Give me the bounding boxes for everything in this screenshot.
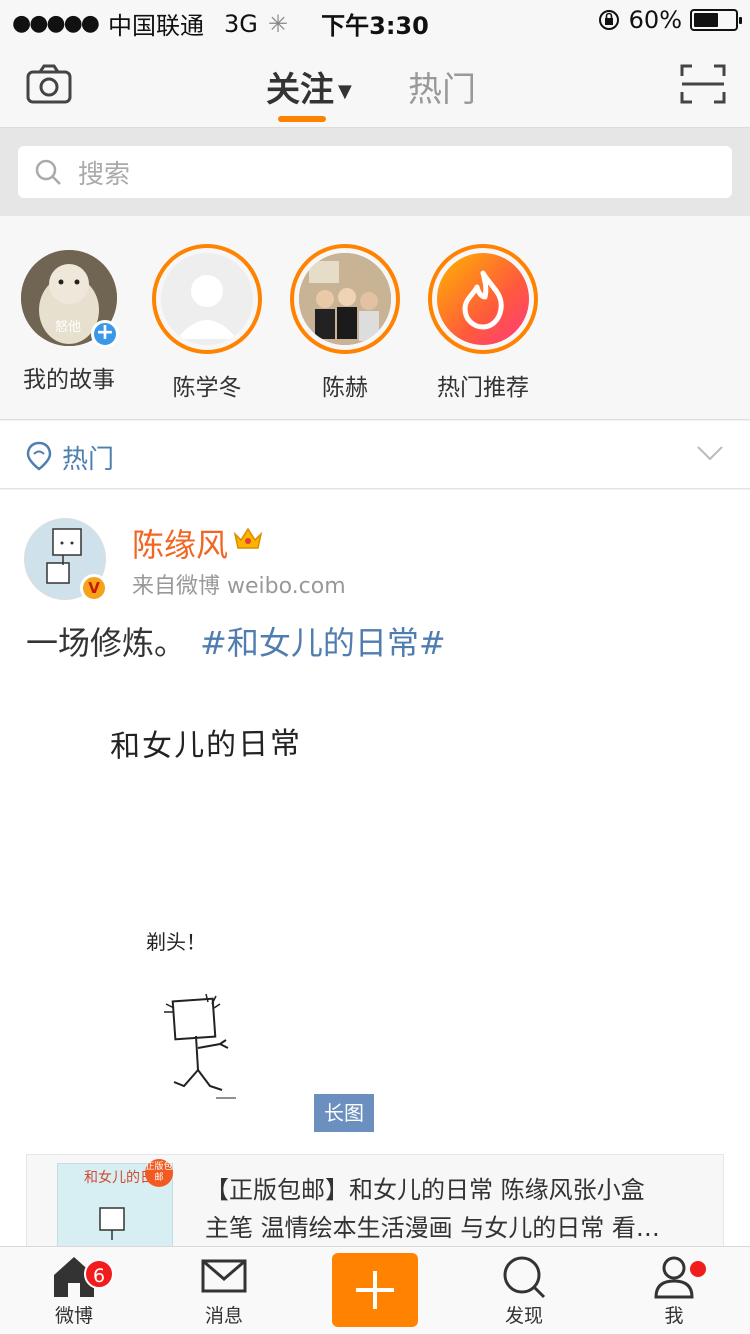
story-hot-recommend[interactable]: 热门推荐 <box>418 244 548 402</box>
chevron-down-icon[interactable] <box>696 443 724 463</box>
hashtag-link[interactable]: #和女儿的日常# <box>200 624 446 662</box>
tab-messages[interactable]: 消息 <box>174 1253 274 1328</box>
scan-icon[interactable] <box>680 64 726 104</box>
tab-me[interactable]: 我 <box>624 1253 724 1328</box>
tab-discover[interactable]: 发现 <box>474 1253 574 1328</box>
story-label: 热门推荐 <box>437 375 529 401</box>
story-label: 陈学冬 <box>172 375 242 401</box>
comic-figure <box>164 993 236 1099</box>
add-story-icon: + <box>91 320 119 348</box>
caret-down-icon: ▼ <box>338 81 352 102</box>
image-caption: 剃头！ <box>146 930 206 954</box>
tab-label: 我 <box>664 1305 684 1327</box>
verified-badge-icon: V <box>80 574 108 602</box>
discover-icon <box>503 1256 546 1299</box>
tab-follow[interactable]: 关注 ▼ <box>266 62 352 111</box>
status-bar: ●●●●● 中国联通 3G ✳ 下午3:30 60% <box>0 0 750 40</box>
tab-hot[interactable]: 热门 <box>408 62 476 111</box>
post-text: 一场修炼。 #和女儿的日常# <box>26 618 446 664</box>
post-source: 来自微博 weibo.com <box>132 574 346 599</box>
search-placeholder: 搜索 <box>78 159 131 190</box>
tab-label: 发现 <box>504 1305 543 1327</box>
long-image-badge: 长图 <box>314 1094 374 1132</box>
story-user-2[interactable]: 陈赫 <box>280 244 410 402</box>
story-my-story[interactable]: 怒他 + 我的故事 <box>4 244 134 394</box>
story-label: 我的故事 <box>23 367 115 393</box>
stories-row: 怒他 + 我的故事 陈学冬 陈赫 热门推荐 <box>0 216 750 420</box>
search-icon <box>35 159 61 185</box>
search-input[interactable]: 搜索 <box>18 146 732 198</box>
avatar: 怒他 + <box>21 250 119 348</box>
search-bar-area: 搜索 <box>0 128 750 216</box>
story-user-1[interactable]: 陈学冬 <box>142 244 272 402</box>
notification-dot <box>690 1261 706 1277</box>
mail-icon <box>201 1259 247 1293</box>
author-name[interactable]: 陈缘风 <box>132 520 228 566</box>
unread-count-badge: 6 <box>84 1259 114 1289</box>
bottom-tab-bar: 微博 6 消息 发现 我 <box>0 1246 750 1334</box>
location-pin-icon <box>26 441 52 471</box>
profile-icon <box>654 1256 694 1299</box>
plus-icon <box>356 1271 394 1309</box>
flame-icon <box>462 270 504 330</box>
image-title: 和女儿的日常 <box>109 726 303 765</box>
default-avatar-icon <box>177 275 237 339</box>
hot-section-header[interactable]: 热门 <box>0 421 750 489</box>
product-title-line2: 主笔 温情绘本生活漫画 与女儿的日常 看… <box>205 1214 660 1242</box>
hot-section-title: 热门 <box>62 445 115 475</box>
story-label: 陈赫 <box>322 375 368 401</box>
product-title: 【正版包邮】和女儿的日常 陈缘风张小盒 主笔 温情绘本生活漫画 与女儿的日常 看… <box>205 1171 705 1247</box>
crown-icon <box>233 527 263 549</box>
post-image[interactable]: 和女儿的日常 剃头！ 长图 <box>26 690 724 1140</box>
group-photo <box>299 253 391 345</box>
top-nav: 关注 ▼ 热门 <box>0 40 750 128</box>
product-card[interactable]: 和女儿的日常 正版包邮 【正版包邮】和女儿的日常 陈缘风张小盒 主笔 温情绘本生… <box>26 1154 724 1250</box>
camera-icon[interactable] <box>26 64 72 104</box>
rotation-lock-icon <box>598 10 619 30</box>
battery-percent: 60% <box>628 6 682 34</box>
tab-indicator <box>278 116 326 122</box>
battery-icon <box>690 9 742 31</box>
post-body: 一场修炼。 <box>26 624 187 662</box>
tab-weibo[interactable]: 微博 6 <box>24 1253 124 1328</box>
avatar-text: 怒他 <box>55 320 82 335</box>
compose-button[interactable] <box>332 1253 418 1327</box>
tab-label: 微博 <box>54 1305 93 1327</box>
tab-label: 消息 <box>204 1305 243 1327</box>
product-title-line1: 【正版包邮】和女儿的日常 陈缘风张小盒 <box>205 1176 645 1204</box>
genuine-badge: 正版包邮 <box>145 1159 173 1187</box>
feed-post: V 陈缘风 来自微博 weibo.com 一场修炼。 #和女儿的日常# 和女儿的日… <box>0 490 750 1250</box>
